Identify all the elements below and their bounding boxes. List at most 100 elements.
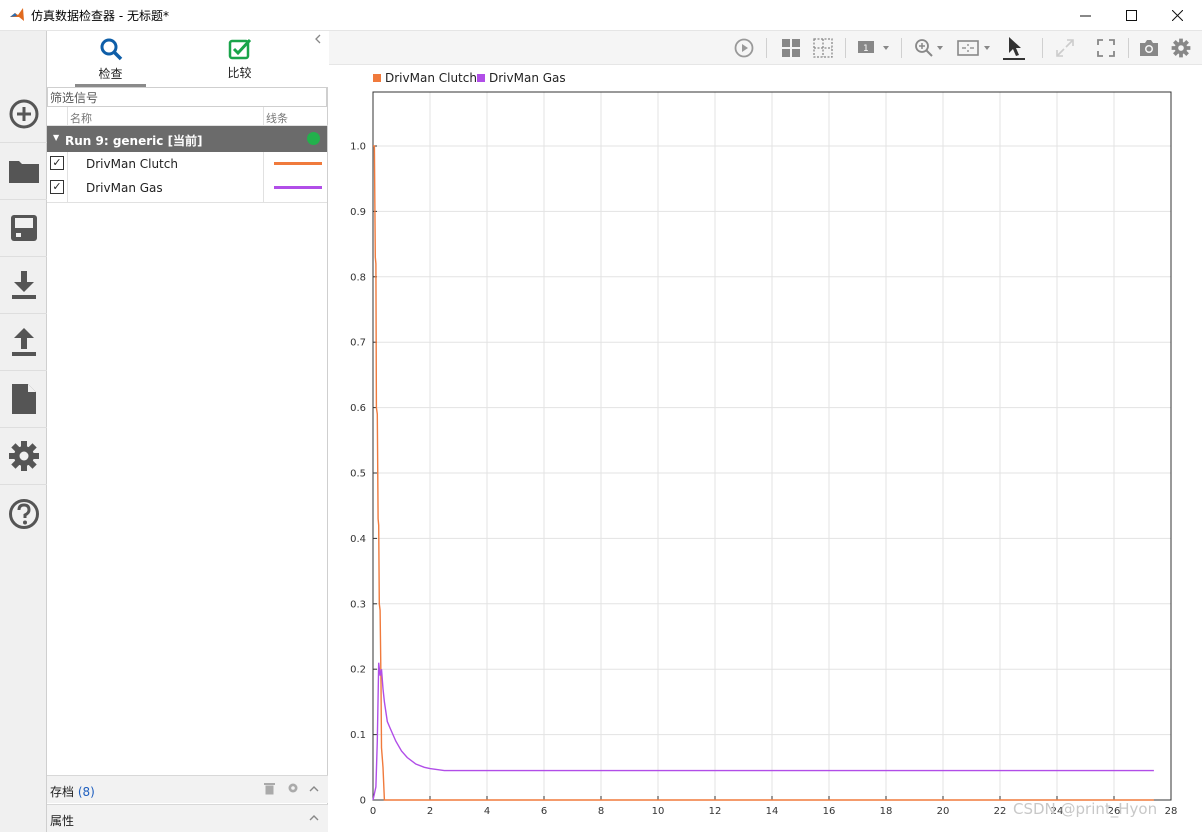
tab-inspect-label: 检查 — [98, 66, 123, 81]
y-tick-label: 1.0 — [350, 142, 366, 153]
subplot-grid-icon — [813, 38, 833, 58]
chevron-up-icon[interactable] — [309, 785, 319, 792]
x-tick-label: 0 — [370, 806, 376, 817]
close-button[interactable] — [1154, 0, 1200, 31]
line-chart[interactable]: 0 2 4 6 8 10 12 14 16 18 20 22 24 26 2800.10.20.30.40.… — [329, 65, 1202, 832]
properties-section[interactable]: 属性 — [47, 804, 328, 832]
gear-icon[interactable] — [287, 782, 299, 794]
export-icon — [11, 328, 36, 356]
archive-count: (8) — [77, 785, 95, 799]
signal-checkbox[interactable]: ✓ — [50, 156, 64, 170]
archive-label: 存档 — [50, 785, 75, 799]
cursor-icon — [1003, 37, 1025, 60]
expand-icon — [1056, 39, 1074, 57]
save-icon — [10, 215, 37, 241]
search-icon — [100, 38, 122, 60]
y-tick-label: 0.8 — [350, 272, 366, 283]
properties-label: 属性 — [50, 814, 75, 828]
collapse-panel-button[interactable] — [314, 33, 322, 47]
y-tick-label: 0.7 — [350, 338, 366, 349]
fit-to-view-button[interactable] — [956, 37, 994, 59]
run-label: Run 9: generic [当前] — [65, 134, 203, 148]
help-button[interactable] — [0, 485, 47, 542]
panel-tabs: 检查 比较 — [47, 31, 328, 87]
new-icon — [9, 99, 38, 129]
y-tick-label: 0 — [360, 796, 366, 807]
y-tick-label: 0.2 — [350, 665, 366, 676]
column-name-header[interactable]: 名称 — [70, 110, 92, 126]
subplot-select-button[interactable]: 1 — [857, 37, 891, 59]
signal-line-swatch[interactable] — [274, 162, 322, 165]
svg-text:1: 1 — [863, 44, 869, 54]
x-tick-label: 10 — [652, 806, 665, 817]
x-tick-label: 22 — [994, 806, 1007, 817]
x-tick-label: 20 — [937, 806, 950, 817]
signal-checkbox[interactable]: ✓ — [50, 180, 64, 194]
column-line-header[interactable]: 线条 — [266, 110, 288, 126]
open-folder-icon — [8, 161, 39, 183]
chevron-up-icon[interactable] — [309, 814, 319, 821]
export-button[interactable] — [0, 314, 47, 371]
watermark: CSDN @print_Hyon — [1013, 800, 1158, 818]
subplot-grid-button[interactable] — [812, 37, 834, 59]
run-row[interactable]: ▼ Run 9: generic [当前] — [47, 126, 327, 152]
plot-toolbar: 1 — [329, 31, 1202, 65]
x-tick-label: 8 — [598, 806, 604, 817]
play-icon — [734, 38, 754, 58]
maximize-icon — [1125, 10, 1137, 21]
fullscreen-icon — [1097, 39, 1115, 57]
plot-settings-button[interactable] — [1170, 37, 1192, 59]
cursor-button[interactable] — [1003, 37, 1025, 60]
signal-row[interactable]: ✓ DrivMan Clutch — [47, 152, 327, 176]
replay-button[interactable] — [733, 37, 755, 59]
tab-compare-label: 比较 — [227, 65, 252, 80]
matlab-logo-icon — [10, 8, 24, 21]
series-line[interactable] — [372, 662, 1154, 801]
y-tick-label: 0.5 — [350, 469, 366, 480]
filter-signals-input[interactable]: 筛选信号 — [47, 87, 327, 107]
signal-name: DrivMan Gas — [86, 181, 163, 195]
trash-icon[interactable] — [264, 782, 275, 795]
chevron-left-icon — [315, 34, 321, 44]
expand-button[interactable] — [1054, 37, 1076, 59]
signal-name: DrivMan Clutch — [86, 157, 178, 171]
import-icon — [11, 271, 36, 299]
settings-icon — [8, 441, 39, 471]
x-tick-label: 12 — [709, 806, 722, 817]
new-session-button[interactable] — [0, 86, 47, 143]
x-tick-label: 14 — [766, 806, 779, 817]
signal-table-header: 名称 线条 — [47, 107, 328, 126]
save-button[interactable] — [0, 200, 47, 257]
x-tick-label: 2 — [427, 806, 433, 817]
y-tick-label: 0.9 — [350, 207, 366, 218]
x-tick-label: 18 — [880, 806, 893, 817]
maximize-button[interactable] — [1108, 0, 1154, 31]
zoom-button[interactable] — [914, 37, 948, 59]
open-button[interactable] — [0, 143, 47, 200]
archive-section[interactable]: 存档 (8) — [47, 775, 328, 803]
signal-row[interactable]: ✓ DrivMan Gas — [47, 176, 327, 200]
tab-inspect[interactable]: 检查 — [75, 31, 146, 87]
tab-compare[interactable]: 比较 — [204, 31, 275, 87]
fullscreen-button[interactable] — [1095, 37, 1117, 59]
caret-down-icon[interactable]: ▼ — [53, 133, 59, 142]
report-button[interactable] — [0, 371, 47, 428]
minimize-icon — [1079, 15, 1091, 17]
preferences-button[interactable] — [0, 428, 47, 485]
inspect-panel: 检查 比较 筛选信号 名称 线条 ▼ Run 9: generic [当前] ✓… — [47, 31, 328, 832]
camera-icon — [1140, 40, 1158, 56]
y-tick-label: 0.4 — [350, 534, 366, 545]
layout-button[interactable] — [780, 37, 802, 59]
import-button[interactable] — [0, 257, 47, 314]
x-tick-label: 28 — [1165, 806, 1178, 817]
run-status-dot — [307, 132, 320, 145]
close-icon — [1171, 10, 1183, 21]
subplot-select-icon: 1 — [858, 41, 889, 54]
help-icon — [8, 498, 39, 529]
minimize-button[interactable] — [1062, 0, 1108, 31]
snapshot-button[interactable] — [1138, 37, 1160, 59]
action-rail — [0, 31, 47, 832]
report-icon — [11, 384, 36, 414]
y-tick-label: 0.1 — [350, 730, 366, 741]
signal-line-swatch[interactable] — [274, 186, 322, 189]
